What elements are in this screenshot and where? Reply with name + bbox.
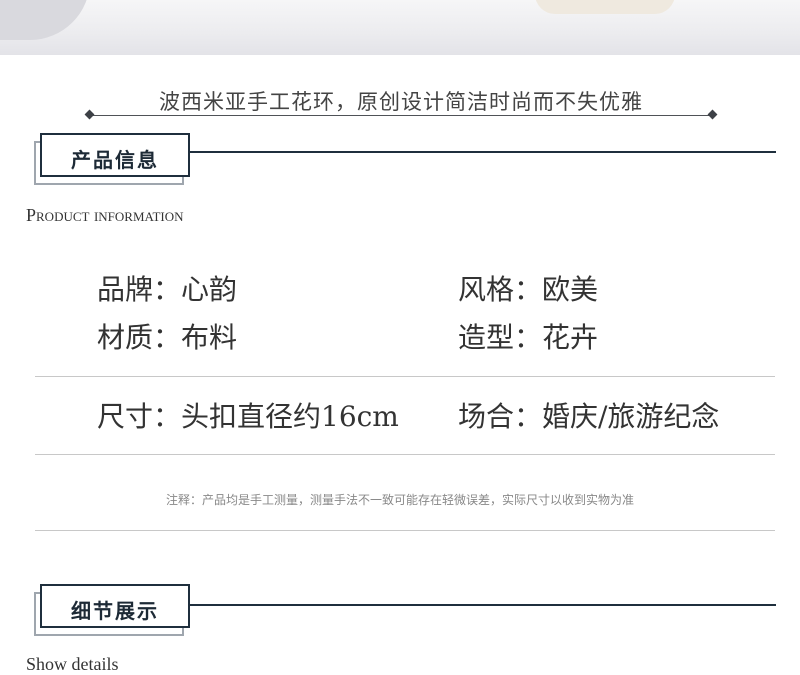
divider-3 <box>35 530 775 531</box>
spec-size: 尺寸：头扣直径约16cm <box>97 400 399 433</box>
spec-style: 风格：欧美 <box>458 273 599 306</box>
spec-shape: 造型：花卉 <box>458 321 599 354</box>
tagline-banner: 波西米亚手工花环，原创设计简洁时尚而不失优雅 <box>84 86 718 120</box>
product-info-subtitle: Product information <box>26 205 184 225</box>
product-info-title: 产品信息 <box>71 148 159 172</box>
product-info-header: 产品信息 <box>34 133 190 185</box>
spec-occasion: 场合：婚庆/旅游纪念 <box>458 400 720 433</box>
divider-1 <box>35 376 775 377</box>
tagline-text: 波西米亚手工花环，原创设计简洁时尚而不失优雅 <box>159 90 643 114</box>
details-title: 细节展示 <box>71 599 159 623</box>
details-rule <box>190 604 776 606</box>
spec-brand: 品牌：心韵 <box>97 273 238 306</box>
spec-material: 材质：布料 <box>97 321 238 354</box>
details-subtitle: Show details <box>26 654 119 674</box>
divider-2 <box>35 454 775 455</box>
photo-flower-edge <box>535 0 675 14</box>
product-info-rule <box>190 151 776 153</box>
details-header: 细节展示 <box>34 584 190 636</box>
product-photo-top <box>0 0 800 55</box>
photo-shadow-left <box>0 0 90 40</box>
measurement-note: 注释：产品均是手工测量，测量手法不一致可能存在轻微误差，实际尺寸以收到实物为准 <box>165 493 634 507</box>
